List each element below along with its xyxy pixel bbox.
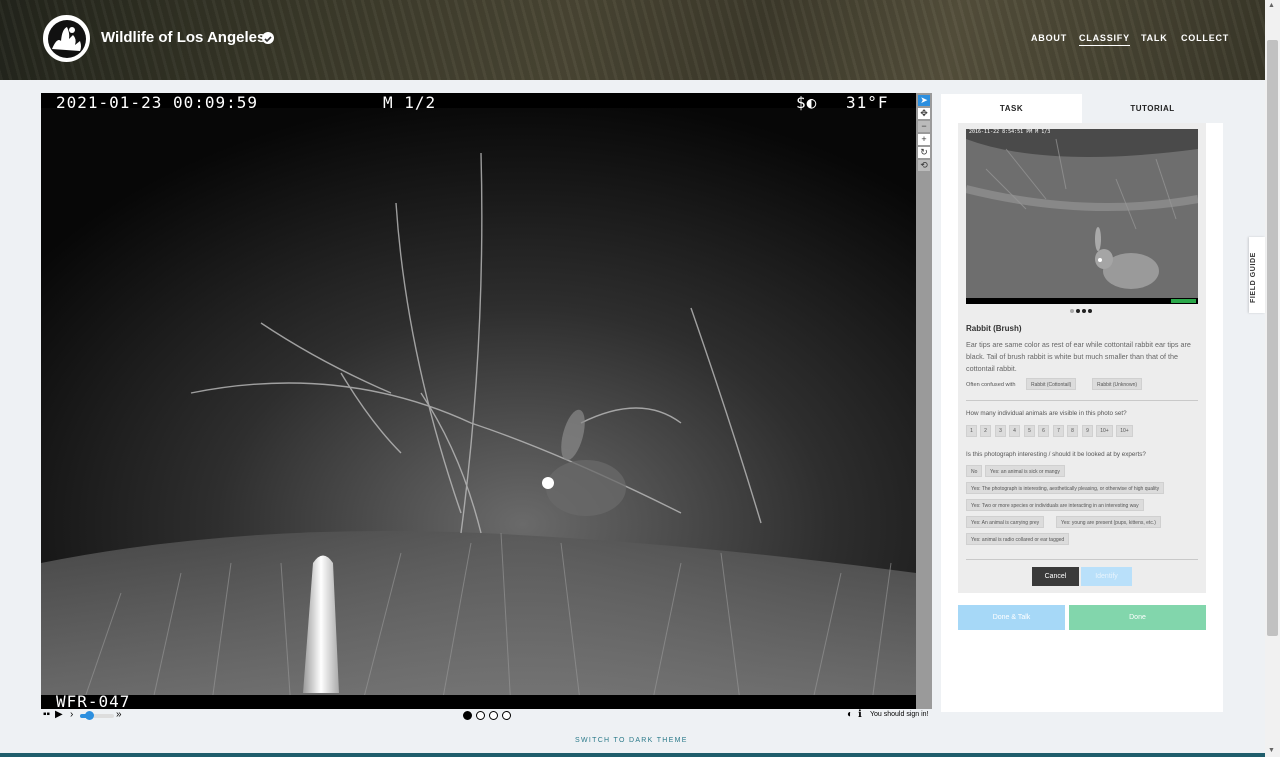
confused-species-chip[interactable]: Rabbit (Unknown)	[1092, 378, 1143, 390]
frame-dot-2[interactable]	[476, 711, 485, 720]
project-logo[interactable]	[43, 15, 90, 62]
camera-id-bar	[41, 695, 916, 709]
count-option[interactable]: 3	[995, 425, 1006, 437]
move-tool-icon[interactable]: ✥	[918, 108, 930, 119]
camera-frame: M 1/2	[383, 93, 437, 112]
interesting-question: Is this photograph interesting / should …	[966, 451, 1146, 458]
count-option[interactable]: 5	[1024, 425, 1035, 437]
subject-image[interactable]: 2021-01-23 00:09:59 M 1/2 $◐ 31°F WFR-04…	[41, 93, 916, 709]
tab-task[interactable]: TASK	[941, 94, 1082, 123]
switch-theme-link[interactable]: SWITCH TO DARK THEME	[575, 737, 688, 744]
interesting-option[interactable]: Yes: The photograph is interesting, aest…	[966, 482, 1165, 494]
example-caption: 2016-11-22 8:54:51 PM M 1/3	[969, 129, 1051, 135]
count-option[interactable]: 6	[1038, 425, 1049, 437]
field-guide-label: FIELD GUIDE	[1250, 252, 1257, 303]
cancel-button[interactable]: Cancel	[1032, 567, 1079, 586]
confused-species-chip[interactable]: Rabbit (Cottontail)	[1026, 378, 1077, 390]
confused-with-label: Often confused with	[966, 382, 1016, 388]
count-question: How many individual animals are visible …	[966, 410, 1127, 417]
scroll-up-icon[interactable]: ▲	[1268, 2, 1275, 9]
scrollbar-thumb[interactable]	[1267, 40, 1278, 636]
camera-id: WFR-047	[56, 692, 131, 709]
example-photo	[966, 129, 1198, 304]
count-option[interactable]: 9	[1082, 425, 1093, 437]
project-logo-icon	[47, 19, 86, 58]
count-option[interactable]: 4	[1009, 425, 1020, 437]
scroll-down-icon[interactable]: ▼	[1268, 747, 1275, 754]
count-option[interactable]: 8	[1067, 425, 1078, 437]
zoom-out-icon[interactable]: −	[918, 121, 930, 132]
frame-dot-1[interactable]	[463, 711, 472, 720]
pointer-tool-icon[interactable]: ➤	[918, 95, 930, 106]
zoom-in-icon[interactable]: +	[918, 134, 930, 145]
example-dot-4[interactable]	[1088, 309, 1092, 313]
frame-dot-3[interactable]	[489, 711, 498, 720]
count-option[interactable]: 2	[980, 425, 991, 437]
nav-talk[interactable]: TALK	[1141, 33, 1168, 43]
interesting-option[interactable]: No	[966, 465, 983, 477]
species-name: Rabbit (Brush)	[966, 324, 1022, 333]
slower-icon[interactable]: ›	[70, 709, 73, 720]
done-button[interactable]: Done	[1069, 605, 1206, 630]
count-option[interactable]: 10+	[1096, 425, 1113, 437]
camera-temperature: 31°F	[846, 93, 889, 112]
trail-camera-photo	[41, 93, 916, 709]
example-dot-3[interactable]	[1082, 309, 1086, 313]
camera-timestamp: 2021-01-23 00:09:59	[56, 93, 259, 112]
identify-button[interactable]: Identify	[1081, 567, 1132, 586]
playback-speed-knob[interactable]	[85, 711, 94, 720]
verified-badge-icon	[262, 32, 274, 44]
divider	[966, 559, 1198, 560]
tab-tutorial[interactable]: TUTORIAL	[1082, 94, 1223, 123]
footer-band	[0, 753, 1265, 757]
faster-icon[interactable]: »	[116, 709, 122, 720]
moon-phase-icon: $◐	[796, 93, 818, 112]
divider	[966, 400, 1198, 401]
done-and-talk-button[interactable]: Done & Talk	[958, 605, 1065, 630]
frame-dot-4[interactable]	[502, 711, 511, 720]
species-example-image: 2016-11-22 8:54:51 PM M 1/3	[966, 129, 1198, 304]
project-title[interactable]: Wildlife of Los Angeles	[101, 29, 265, 46]
rotate-icon[interactable]: ↻	[918, 147, 930, 158]
species-description: Ear tips are same color as rest of ear w…	[966, 340, 1191, 373]
reset-icon[interactable]: ⟲	[918, 160, 930, 171]
grid-view-icon[interactable]: ▪▪	[43, 709, 50, 720]
invert-icon[interactable]: ◐	[847, 709, 853, 720]
count-option[interactable]: 7	[1053, 425, 1064, 437]
interesting-option[interactable]: Yes: an animal is sick or mangy	[985, 465, 1065, 477]
example-dot-2[interactable]	[1076, 309, 1080, 313]
nav-classify[interactable]: CLASSIFY	[1079, 33, 1130, 46]
sign-in-prompt[interactable]: You should sign in!	[870, 711, 929, 718]
count-option[interactable]: 10+	[1116, 425, 1133, 437]
example-dot-1[interactable]	[1070, 309, 1074, 313]
nav-about[interactable]: ABOUT	[1031, 33, 1067, 43]
interesting-option[interactable]: Yes: Two or more species or individuals …	[966, 499, 1144, 511]
count-option[interactable]: 1	[966, 425, 977, 437]
play-icon[interactable]: ▶	[55, 709, 63, 720]
interesting-option[interactable]: Yes: young are present (pups, kittens, e…	[1056, 516, 1161, 528]
nav-collect[interactable]: COLLECT	[1181, 33, 1229, 43]
field-guide-tab[interactable]: FIELD GUIDE	[1249, 237, 1265, 313]
interesting-option[interactable]: Yes: An animal is carrying prey	[966, 516, 1045, 528]
info-icon[interactable]: ℹ	[858, 709, 862, 720]
interesting-option[interactable]: Yes: animal is radio collared or ear tag…	[966, 533, 1070, 545]
viewer-toolbar	[916, 93, 932, 709]
